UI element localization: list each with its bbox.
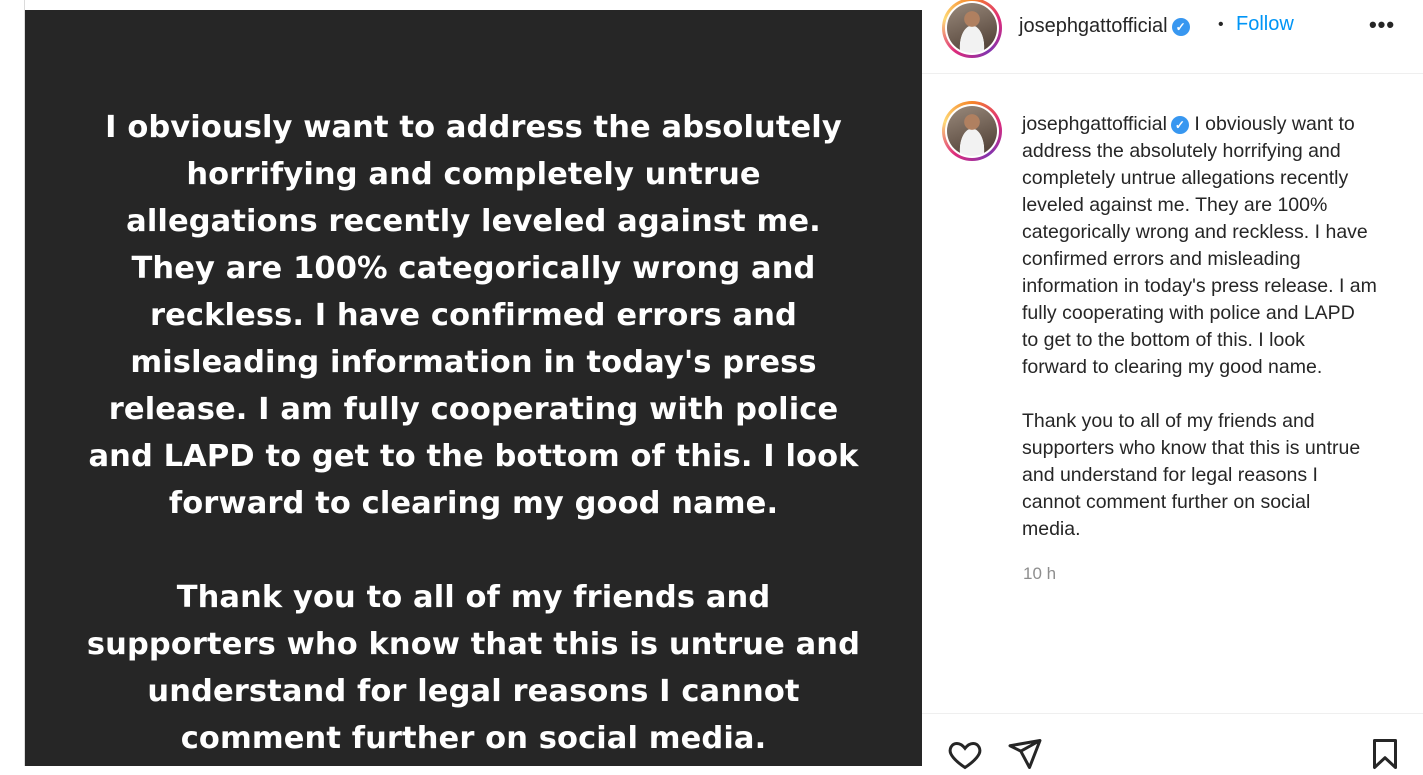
verified-badge-icon: ✓ [1170,116,1189,134]
caption-username[interactable]: josephgattofficial [1022,113,1167,135]
post-actions-bar [922,713,1423,770]
heart-icon[interactable] [947,736,983,772]
author-avatar[interactable] [942,0,1002,58]
avatar-image [947,3,997,53]
avatar-inner [945,104,999,158]
caption-author-avatar[interactable] [942,101,1002,161]
post-side-panel: josephgattofficial ✓ • Follow ••• josephg… [922,0,1423,770]
post-header: josephgattofficial ✓ • Follow ••• [922,0,1423,74]
comments-area: josephgattofficial ✓ I obviously want to … [922,75,1423,713]
follow-button[interactable]: Follow [1236,13,1294,36]
left-gutter [0,0,25,766]
bookmark-icon[interactable] [1367,736,1403,772]
verified-badge-icon: ✓ [1171,18,1190,36]
caption-text: I obviously want to address the absolute… [1022,113,1377,540]
author-username-text[interactable]: josephgattofficial [1019,15,1168,37]
more-options-icon[interactable]: ••• [1367,10,1397,40]
post-media-image[interactable]: I obviously want to address the absolute… [25,10,922,766]
header-separator: • [1218,16,1224,33]
paper-plane-icon[interactable] [1007,736,1043,772]
avatar-inner [945,1,999,55]
post-caption: josephgattofficial ✓ I obviously want to … [1022,111,1406,543]
avatar-image [947,106,997,156]
post-timestamp[interactable]: 10 h [1023,564,1056,584]
author-username[interactable]: josephgattofficial ✓ [1019,15,1190,38]
